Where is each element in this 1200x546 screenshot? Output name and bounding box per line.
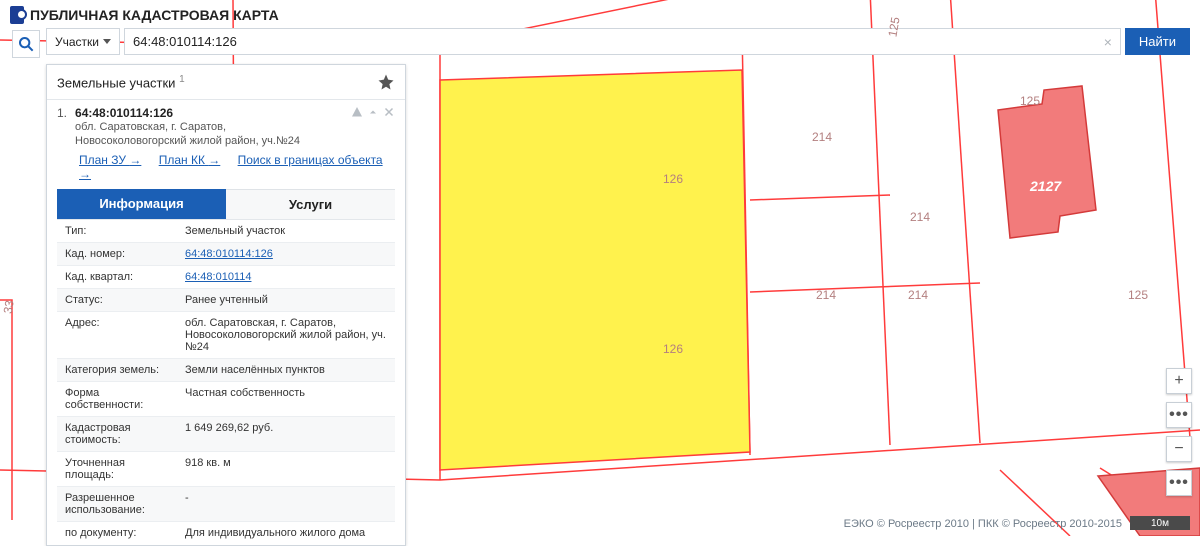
map-label: 214 [812, 130, 832, 144]
search-field[interactable]: × [124, 28, 1121, 55]
tabs: Информация Услуги [57, 189, 395, 219]
zoom-in-button[interactable]: + [1166, 368, 1192, 394]
row-value: 1 649 269,62 руб. [177, 417, 395, 451]
rosreestr-logo-icon [10, 6, 24, 24]
search-input[interactable] [125, 29, 1096, 54]
app-header: ПУБЛИЧНАЯ КАДАСТРОВАЯ КАРТА [0, 0, 1200, 28]
app-title: ПУБЛИЧНАЯ КАДАСТРОВАЯ КАРТА [30, 7, 279, 23]
map-options-button[interactable]: ••• [1166, 402, 1192, 428]
row-label: Тип: [57, 220, 177, 242]
row-label: Кадастровая стоимость: [57, 417, 177, 451]
row-label: Кад. номер: [57, 243, 177, 265]
map-label-strong[interactable]: 2127 [1030, 178, 1061, 194]
map-more-button[interactable]: ••• [1166, 470, 1192, 496]
copyright-text: ЕЭКО © Росреестр 2010 | ПКК © Росреестр … [844, 518, 1122, 530]
row-value: - [177, 487, 395, 521]
clear-search-icon[interactable]: × [1096, 34, 1120, 50]
results-panel: Земельные участки 1 1. 64:48:010114:126 … [46, 64, 406, 546]
map-label: 125 [1020, 94, 1040, 108]
building-highlight[interactable] [998, 86, 1096, 238]
map-label: 33 [1, 299, 17, 315]
row-value: Для индивидуального жилого дома усадебно… [177, 522, 395, 539]
map-label: 214 [910, 210, 930, 224]
tab-information[interactable]: Информация [57, 189, 226, 219]
zoom-out-button[interactable]: − [1166, 436, 1192, 462]
search-type-dropdown[interactable]: Участки [46, 28, 120, 55]
row-label: Статус: [57, 289, 177, 311]
favorite-star-icon[interactable] [377, 73, 395, 91]
chevron-up-icon[interactable] [367, 106, 379, 118]
result-links: План ЗУ → План КК → Поиск в границах объ… [57, 149, 395, 189]
cad-quarter-link[interactable]: 64:48:010114 [185, 271, 251, 283]
close-icon[interactable] [383, 106, 395, 118]
row-label: Уточненная площадь: [57, 452, 177, 486]
row-label: Кад. квартал: [57, 266, 177, 288]
map-label: 126 [663, 172, 683, 186]
row-label: Разрешенное использование: [57, 487, 177, 521]
parcel-selected[interactable] [440, 70, 750, 470]
row-value: Земельный участок [177, 220, 395, 242]
info-table[interactable]: Тип:Земельный участок Кад. номер: 64:48:0… [57, 219, 395, 539]
warning-icon [351, 106, 363, 118]
result-cadastral-id: 64:48:010114:126 [75, 106, 343, 120]
map-label: 214 [816, 288, 836, 302]
scale-bar: 10м [1130, 516, 1190, 530]
row-value: 64:48:010114:126 [177, 243, 395, 265]
row-value: 64:48:010114 [177, 266, 395, 288]
row-value: Земли населённых пунктов [177, 359, 395, 381]
row-label: Форма собственности: [57, 382, 177, 416]
row-label: по документу: [57, 522, 177, 539]
search-bar: Участки × Найти [0, 28, 1200, 61]
result-index: 1. [57, 106, 67, 120]
map-label: 214 [908, 288, 928, 302]
row-value: Частная собственность [177, 382, 395, 416]
cad-number-link[interactable]: 64:48:010114:126 [185, 248, 273, 260]
zoom-controls: + ••• − ••• [1166, 368, 1192, 496]
caret-down-icon [103, 39, 111, 44]
row-label: Адрес: [57, 312, 177, 358]
search-result[interactable]: 1. 64:48:010114:126 обл. Саратовская, г.… [47, 100, 405, 545]
row-value: обл. Саратовская, г. Саратов, Новосоколо… [177, 312, 395, 358]
map-label: 125 [1128, 288, 1148, 302]
link-plan-kk[interactable]: План КК → [159, 153, 221, 167]
tab-services[interactable]: Услуги [226, 189, 395, 219]
search-icon[interactable] [12, 30, 40, 58]
result-address: обл. Саратовская, г. Саратов, Новосоколо… [75, 120, 343, 149]
panel-title: Земельные участки 1 [57, 74, 185, 90]
link-plan-zu[interactable]: План ЗУ → [79, 153, 141, 167]
find-button[interactable]: Найти [1125, 28, 1190, 55]
search-type-label: Участки [55, 35, 99, 49]
map-label: 126 [663, 342, 683, 356]
row-value: Ранее учтенный [177, 289, 395, 311]
row-label: Категория земель: [57, 359, 177, 381]
row-value: 918 кв. м [177, 452, 395, 486]
